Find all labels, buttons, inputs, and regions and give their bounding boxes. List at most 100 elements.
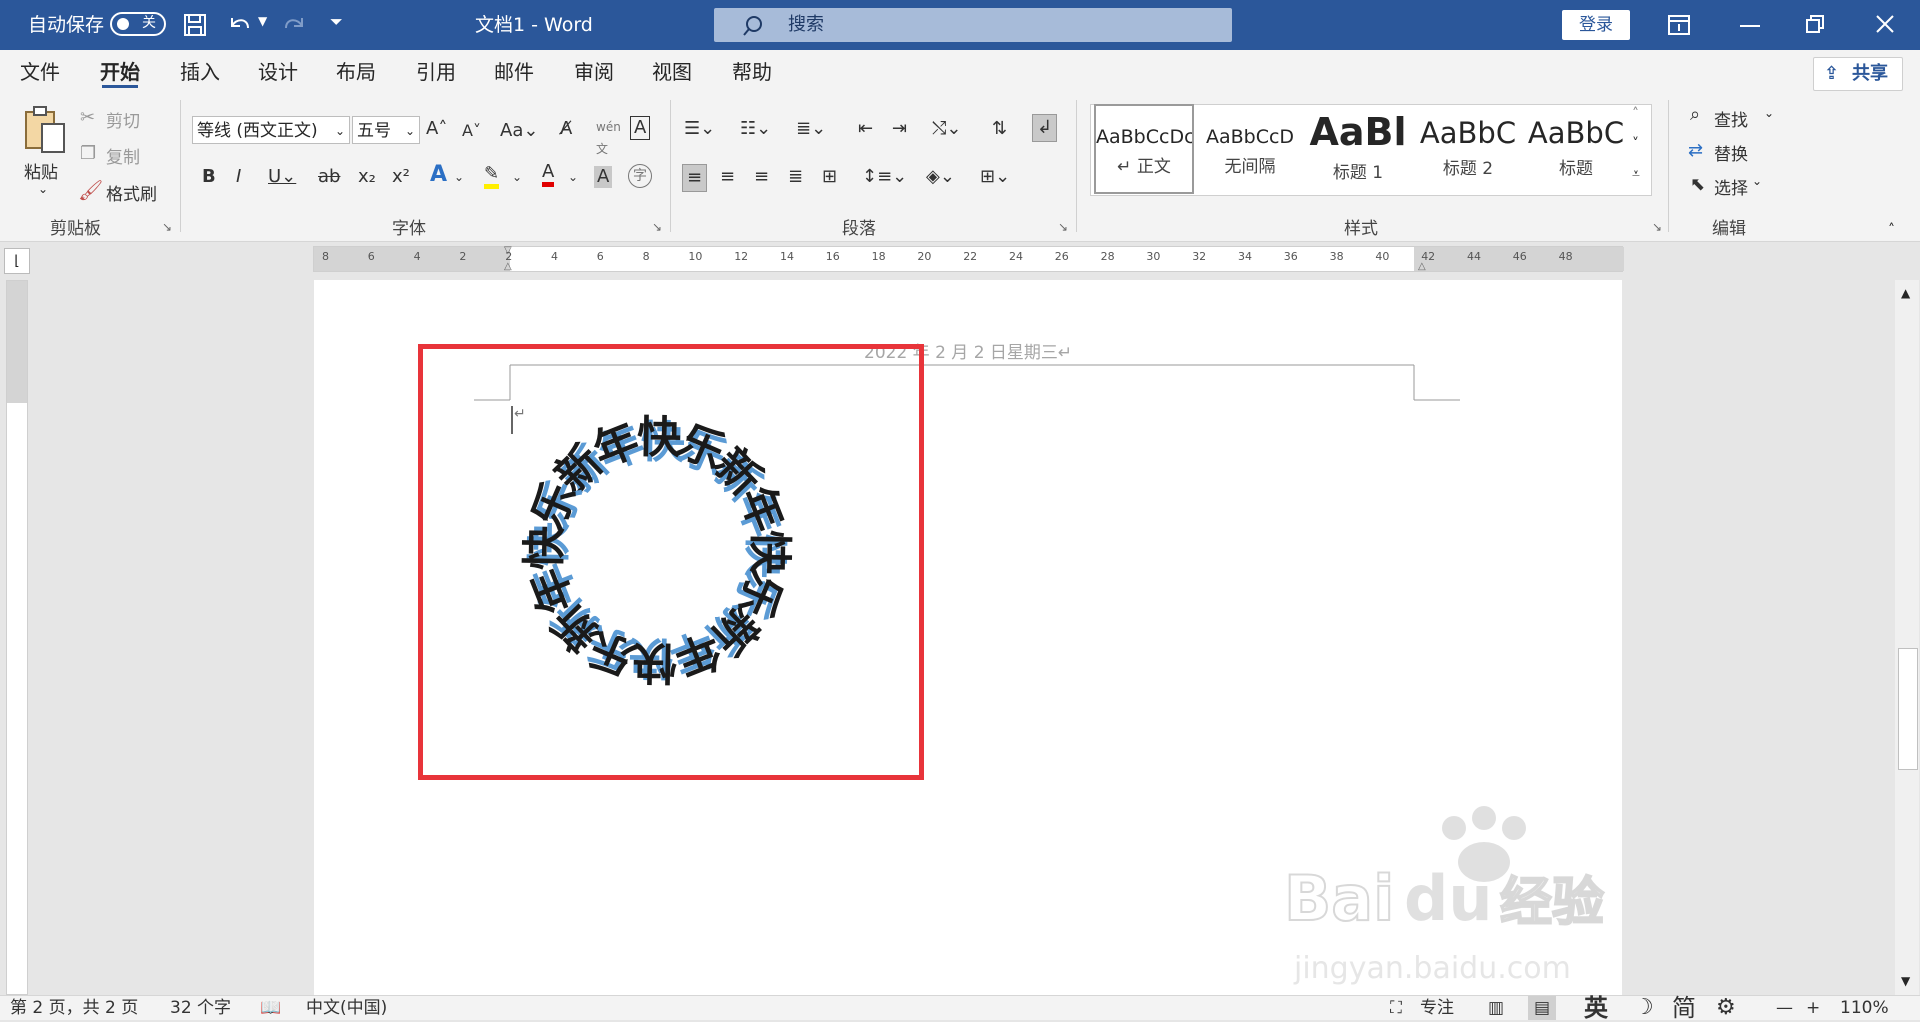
underline-icon[interactable]: U⌄ xyxy=(268,166,296,188)
enclose-characters-icon[interactable]: 字 xyxy=(628,164,652,188)
restore-icon[interactable] xyxy=(1806,15,1824,33)
tab-mailings[interactable]: 邮件 xyxy=(494,50,534,94)
copy-label[interactable]: 复制 xyxy=(106,143,140,168)
chevron-down-icon[interactable]: ⌄ xyxy=(568,166,578,188)
numbering-icon[interactable]: ☷⌄ xyxy=(740,118,771,140)
chevron-down-icon[interactable]: ⌄ xyxy=(454,166,464,188)
tab-home[interactable]: 开始 xyxy=(100,50,140,94)
share-button[interactable]: ⇪ 共享 xyxy=(1813,57,1903,91)
page-info[interactable]: 第 2 页，共 2 页 xyxy=(10,996,138,1020)
paste-dropdown-icon[interactable]: ⌄ xyxy=(38,182,48,196)
customize-toolbar-icon[interactable]: ⏷ xyxy=(330,12,343,32)
styles-launcher-icon[interactable]: ↘ xyxy=(1652,220,1662,234)
line-spacing-icon[interactable]: ↕≡⌄ xyxy=(862,166,907,188)
sort-icon[interactable]: ⇅ xyxy=(992,118,1007,140)
read-mode-icon[interactable]: ▥ xyxy=(1488,996,1504,1020)
show-marks-icon[interactable]: ↲ xyxy=(1032,114,1058,142)
proofing-icon[interactable]: 📖 xyxy=(260,996,281,1020)
scroll-thumb[interactable] xyxy=(1898,648,1918,770)
style-heading2[interactable]: AaBbC 标题 2 xyxy=(1418,104,1518,194)
document-page[interactable]: 2022 年 2 月 2 日星期三↵ ↵ 新新年年快快乐乐新新年年快快乐乐新新年… xyxy=(314,280,1622,995)
bold-icon[interactable]: B xyxy=(202,166,216,188)
print-layout-icon[interactable]: ▤ xyxy=(1528,996,1557,1020)
borders-icon[interactable]: ⊞⌄ xyxy=(980,166,1010,188)
chevron-down-icon[interactable]: ⌄ xyxy=(512,166,522,188)
distributed-icon[interactable]: ⊞ xyxy=(822,166,837,188)
scroll-down-icon[interactable]: ▼ xyxy=(1901,974,1910,988)
font-color-icon[interactable]: A xyxy=(542,162,555,187)
tab-file[interactable]: 文件 xyxy=(20,50,60,94)
highlight-color-icon[interactable]: ✎ xyxy=(484,164,500,189)
right-indent-marker[interactable]: △ xyxy=(1418,261,1426,272)
close-icon[interactable] xyxy=(1876,15,1894,33)
style-title[interactable]: AaBbC 标题 xyxy=(1526,104,1626,194)
styles-more-icon[interactable]: ⩡ xyxy=(1632,166,1640,182)
autosave-toggle[interactable]: 关 xyxy=(110,12,166,36)
undo-icon[interactable] xyxy=(228,14,252,36)
character-border-icon[interactable]: A xyxy=(630,116,651,140)
ribbon-display-options-icon[interactable] xyxy=(1668,15,1690,35)
style-no-spacing[interactable]: AaBbCcD 无间隔 xyxy=(1200,104,1300,194)
shading-icon[interactable]: ◈⌄ xyxy=(926,166,955,188)
shrink-font-icon[interactable]: A˅ xyxy=(462,120,481,142)
tab-layout[interactable]: 布局 xyxy=(336,50,376,94)
paste-icon[interactable] xyxy=(22,104,66,154)
format-painter-label[interactable]: 格式刷 xyxy=(106,180,157,205)
tab-references[interactable]: 引用 xyxy=(416,50,456,94)
tab-help[interactable]: 帮助 xyxy=(732,50,772,94)
tab-review[interactable]: 审阅 xyxy=(574,50,614,94)
superscript-icon[interactable]: x² xyxy=(392,166,410,188)
focus-label[interactable]: 专注 xyxy=(1420,996,1454,1020)
tab-selector[interactable]: ⌊ xyxy=(4,248,30,274)
first-line-indent-marker[interactable]: ▽ xyxy=(504,245,512,256)
text-direction-icon[interactable]: ⤭⌄ xyxy=(932,118,961,140)
font-name-select[interactable]: 等线 (西文正文) ⌄ xyxy=(192,116,350,144)
hanging-indent-marker[interactable]: △ xyxy=(504,261,512,272)
chevron-down-icon[interactable]: ⌄ xyxy=(1764,106,1774,120)
style-normal[interactable]: AaBbCcDc ↵ 正文 xyxy=(1094,104,1194,194)
scroll-up-icon[interactable]: ▲ xyxy=(1901,286,1910,300)
ime-mode[interactable]: 简 xyxy=(1672,996,1696,1020)
character-shading-icon[interactable]: A xyxy=(594,166,613,188)
change-case-icon[interactable]: Aa⌄ xyxy=(500,120,538,142)
clear-formatting-icon[interactable]: A̸ xyxy=(560,118,572,140)
moon-icon[interactable]: ☽ xyxy=(1634,996,1654,1020)
vertical-ruler[interactable] xyxy=(6,280,28,995)
font-launcher-icon[interactable]: ↘ xyxy=(652,220,662,234)
font-size-select[interactable]: 五号 ⌄ xyxy=(352,116,420,144)
redo-icon[interactable] xyxy=(282,14,306,36)
grow-font-icon[interactable]: A˄ xyxy=(426,118,447,140)
select-label[interactable]: 选择 xyxy=(1714,174,1748,199)
chevron-down-icon[interactable]: ⌄ xyxy=(1752,174,1762,188)
cut-label[interactable]: 剪切 xyxy=(106,107,140,132)
tab-insert[interactable]: 插入 xyxy=(180,50,220,94)
text-effects-icon[interactable]: A xyxy=(430,164,447,186)
language[interactable]: 中文(中国) xyxy=(306,996,387,1020)
align-right-icon[interactable]: ≡ xyxy=(754,166,769,188)
ime-language[interactable]: 英 xyxy=(1584,996,1608,1020)
align-center-icon[interactable]: ≡ xyxy=(720,166,735,188)
bullets-icon[interactable]: ☰⌄ xyxy=(684,118,715,140)
minimize-icon[interactable] xyxy=(1740,24,1760,28)
style-heading1[interactable]: AaBl 标题 1 xyxy=(1308,104,1408,194)
strikethrough-icon[interactable]: ab xyxy=(318,166,340,188)
horizontal-ruler[interactable]: 8 6 4 2 2 4 6 8 10 12 14 16 18 20 22 24 26 28 30 32 34 36 38 40… xyxy=(313,245,1624,272)
paste-label[interactable]: 粘贴 xyxy=(24,158,58,183)
word-count[interactable]: 32 个字 xyxy=(170,996,231,1020)
login-button[interactable]: 登录 xyxy=(1562,10,1630,40)
focus-icon[interactable]: ⛶ xyxy=(1390,996,1402,1020)
styles-scroll-up-icon[interactable]: ˄ xyxy=(1632,106,1639,122)
zoom-slider[interactable]: — xyxy=(1776,996,1793,1020)
multilevel-list-icon[interactable]: ≣⌄ xyxy=(796,118,826,140)
save-icon[interactable] xyxy=(184,14,206,36)
collapse-ribbon-icon[interactable]: ˄ xyxy=(1888,222,1895,238)
italic-icon[interactable]: I xyxy=(236,166,241,188)
tab-design[interactable]: 设计 xyxy=(258,50,298,94)
subscript-icon[interactable]: x₂ xyxy=(358,166,376,188)
undo-dropdown-icon[interactable]: ▼ xyxy=(258,14,267,28)
search-box[interactable]: 搜索 xyxy=(714,8,1232,42)
replace-label[interactable]: 替换 xyxy=(1714,140,1748,165)
increase-indent-icon[interactable]: ⇥ xyxy=(892,118,907,140)
paragraph-launcher-icon[interactable]: ↘ xyxy=(1058,220,1068,234)
styles-scroll-down-icon[interactable]: ˅ xyxy=(1632,136,1639,152)
